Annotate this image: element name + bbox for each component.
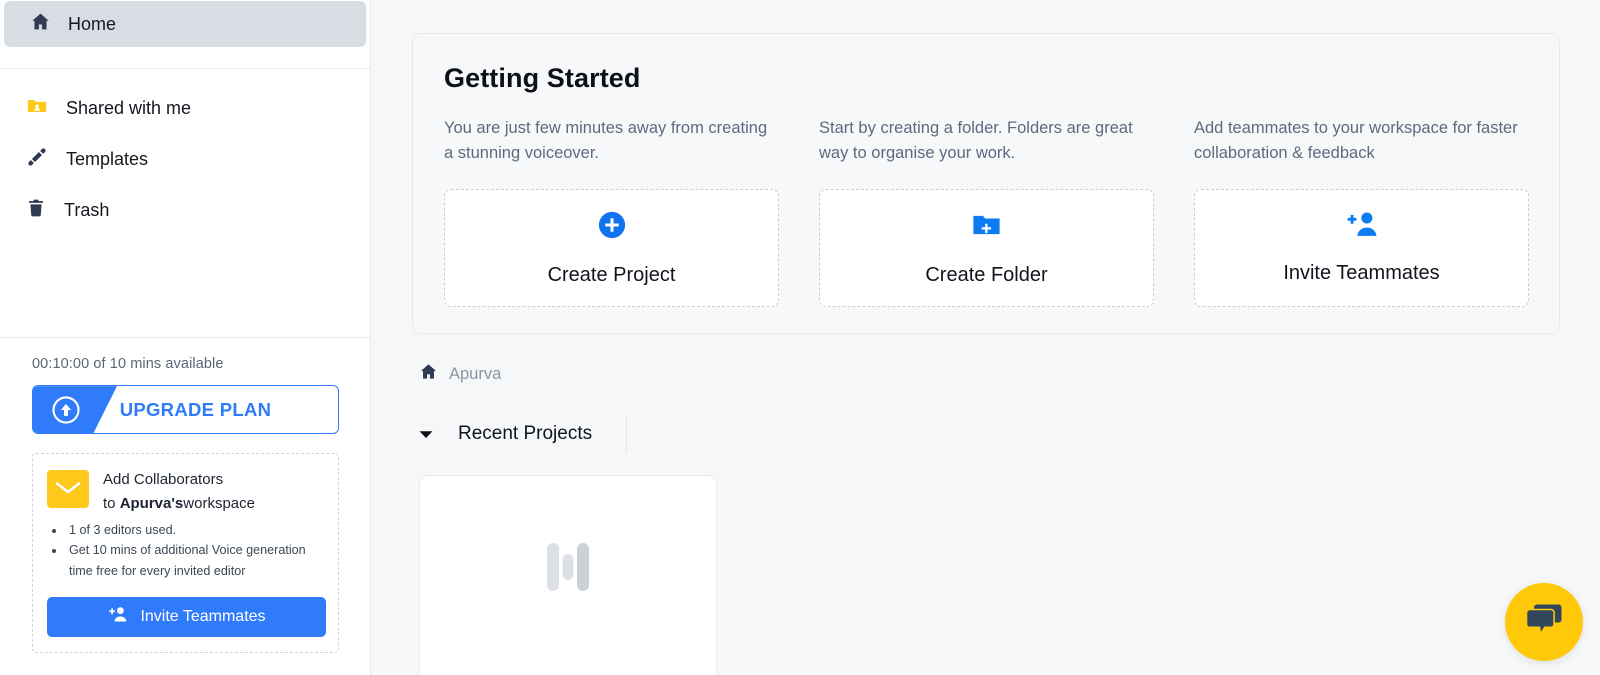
sidebar-bottom-padding xyxy=(0,653,370,675)
mail-icon xyxy=(47,470,89,509)
shared-folder-icon xyxy=(26,95,48,122)
page-title: Getting Started xyxy=(444,63,641,93)
sidebar-item-templates-label: Templates xyxy=(66,149,149,169)
upgrade-plan-label: UPGRADE PLAN xyxy=(119,398,272,420)
collaborators-subtitle-prefix: to xyxy=(103,494,120,512)
invite-teammates-button[interactable]: Invite Teammates xyxy=(47,597,326,637)
home-icon xyxy=(419,362,438,386)
upgrade-plan-button[interactable]: UPGRADE PLAN xyxy=(32,385,339,435)
plus-circle-icon xyxy=(597,210,627,245)
getting-started-column-invite-teammates: Add teammates to your workspace for fast… xyxy=(1194,116,1529,307)
project-card[interactable] xyxy=(419,475,717,675)
sidebar: Home Shared with me Templates Trash 00:1… xyxy=(0,0,371,675)
collaborators-subtitle-suffix: workspace xyxy=(183,494,255,512)
getting-started-column-create-folder: Start by creating a folder. Folders are … xyxy=(819,116,1154,307)
create-project-card[interactable]: Create Project xyxy=(444,189,779,307)
recent-projects-grid xyxy=(419,475,1600,675)
sidebar-item-shared-with-me-label: Shared with me xyxy=(66,98,192,118)
sidebar-item-home[interactable]: Home xyxy=(4,1,366,47)
invite-teammates-button-label: Invite Teammates xyxy=(140,608,266,625)
sidebar-item-templates[interactable]: Templates xyxy=(0,134,370,185)
list-item: 1 of 3 editors used. xyxy=(66,520,324,540)
person-add-icon xyxy=(1345,211,1379,243)
sidebar-item-trash[interactable]: Trash xyxy=(0,185,370,236)
person-add-icon xyxy=(107,606,128,628)
invite-teammates-description: Add teammates to your workspace for fast… xyxy=(1194,119,1518,163)
templates-icon xyxy=(26,146,48,173)
chat-widget-button[interactable] xyxy=(1505,583,1583,661)
recent-projects-header: Recent Projects xyxy=(419,415,1600,453)
sidebar-item-shared-with-me[interactable]: Shared with me xyxy=(0,83,370,134)
plan-block: 00:10:00 of 10 mins available UPGRADE PL… xyxy=(0,338,370,435)
home-icon xyxy=(30,11,51,37)
create-project-description: You are just few minutes away from creat… xyxy=(444,119,768,163)
collaborators-subtitle: to Apurva'sworkspace xyxy=(103,492,255,515)
app-root: Home Shared with me Templates Trash 00:1… xyxy=(0,0,1600,675)
create-project-card-label: Create Project xyxy=(547,263,676,286)
caret-down-icon[interactable] xyxy=(419,430,433,439)
plan-quota-text: 00:10:00 of 10 mins available xyxy=(32,356,224,373)
sidebar-item-trash-label: Trash xyxy=(64,200,110,220)
list-item: Get 10 mins of additional Voice generati… xyxy=(66,540,324,581)
getting-started-panel: Getting Started You are just few minutes… xyxy=(412,33,1560,334)
getting-started-columns: You are just few minutes away from creat… xyxy=(444,116,1529,307)
sidebar-primary-nav: Home xyxy=(0,0,370,69)
collaborators-workspace-owner: Apurva's xyxy=(119,494,184,512)
getting-started-column-create-project: You are just few minutes away from creat… xyxy=(444,116,779,307)
audio-waveform-icon xyxy=(537,533,599,600)
invite-teammates-card[interactable]: Invite Teammates xyxy=(1194,189,1529,307)
folder-plus-icon xyxy=(971,210,1002,245)
create-folder-card-label: Create Folder xyxy=(925,263,1048,286)
sidebar-item-home-label: Home xyxy=(68,13,117,34)
collaborators-header: Add Collaborators to Apurva'sworkspace xyxy=(47,468,324,515)
invite-teammates-card-label: Invite Teammates xyxy=(1283,262,1440,284)
section-divider xyxy=(626,415,628,453)
trash-icon xyxy=(26,198,46,223)
main-content: Getting Started You are just few minutes… xyxy=(371,0,1600,675)
breadcrumb-label: Apurva xyxy=(449,364,502,383)
collaborators-text: Add Collaborators to Apurva'sworkspace xyxy=(103,468,255,515)
sidebar-secondary-nav: Shared with me Templates Trash xyxy=(0,69,370,236)
recent-projects-title: Recent Projects xyxy=(458,423,593,444)
breadcrumb[interactable]: Apurva xyxy=(419,362,501,386)
collaborators-title: Add Collaborators xyxy=(103,471,224,489)
collaborators-benefits-list: 1 of 3 editors used. Get 10 mins of addi… xyxy=(66,520,324,581)
create-folder-description: Start by creating a folder. Folders are … xyxy=(819,119,1133,163)
add-collaborators-card: Add Collaborators to Apurva'sworkspace 1… xyxy=(32,453,339,653)
create-folder-card[interactable]: Create Folder xyxy=(819,189,1154,307)
chat-bubbles-icon xyxy=(1524,601,1564,644)
